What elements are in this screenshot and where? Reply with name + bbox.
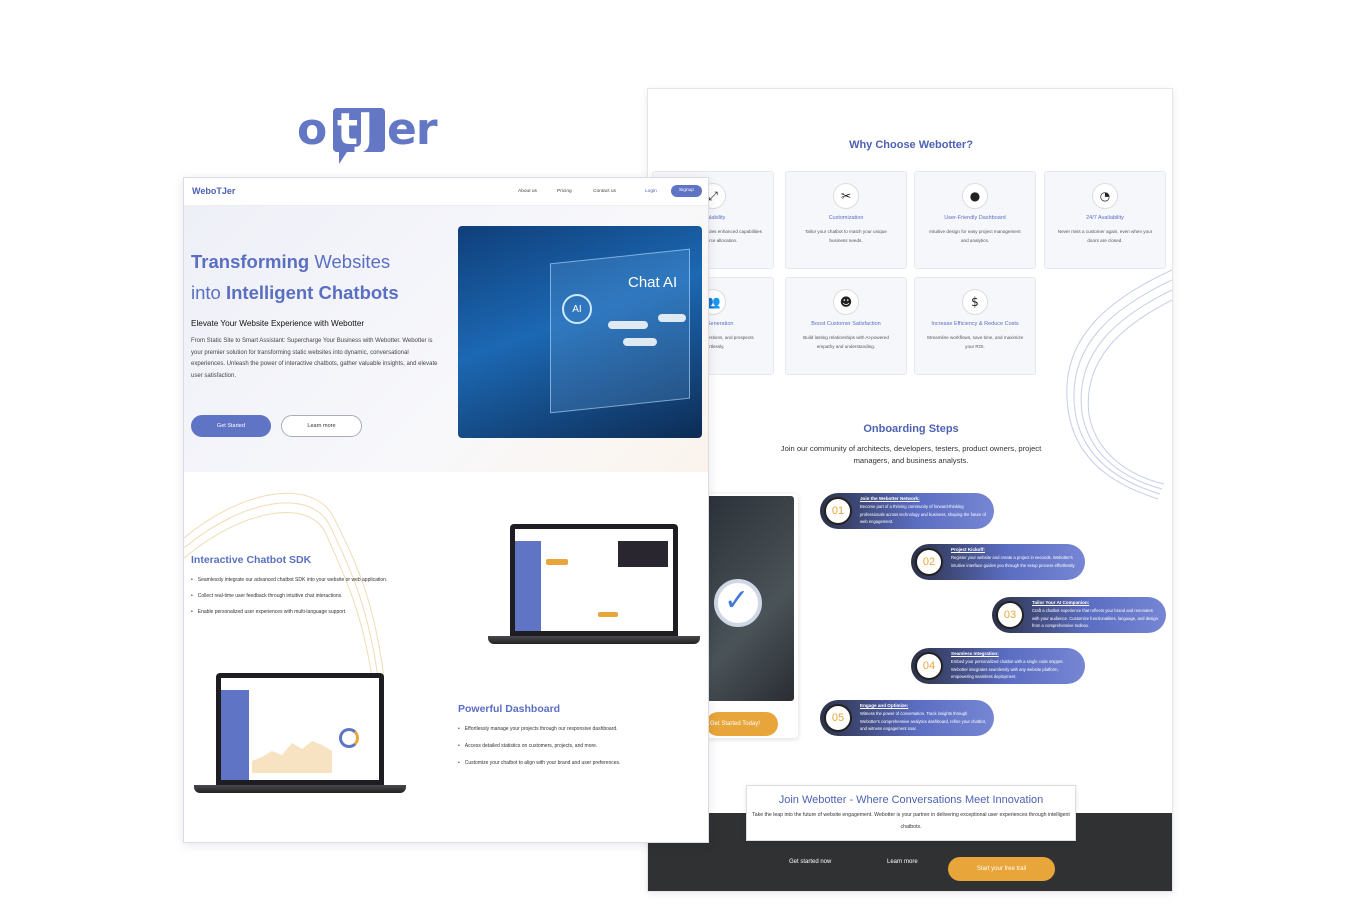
get-started-now-link[interactable]: Get started now xyxy=(789,859,831,865)
chat-bubble xyxy=(658,314,686,322)
feature-card: ☻ Boost Customer Satisfaction Build last… xyxy=(785,277,907,375)
onboarding-step: 04 Seamless Integration: Embed your pers… xyxy=(911,648,1085,684)
laptop-base xyxy=(194,785,406,793)
nav-pricing[interactable]: Pricing xyxy=(557,189,572,194)
tools-icon: ✂ xyxy=(833,183,859,209)
cta-title: Join Webotter - Where Conversations Meet… xyxy=(778,794,1044,806)
onboarding-subtitle: Join our community of architects, develo… xyxy=(780,444,1042,465)
features-page: Why Choose Webotter? ⤢ Scalability Our f… xyxy=(647,88,1173,892)
nav-about[interactable]: About us xyxy=(518,189,537,194)
dashboard-bullet: Effortlessly manage your projects throug… xyxy=(458,726,618,732)
chat-bubble xyxy=(623,338,657,346)
hero-image: Chat AI AI xyxy=(458,226,702,438)
feature-title: Boost Customer Satisfaction xyxy=(811,321,881,327)
get-started-today-button[interactable]: Get Started Today! xyxy=(706,712,778,736)
signup-button[interactable]: Signup xyxy=(671,185,702,197)
feature-desc: Never miss a customer again, even when y… xyxy=(1057,229,1153,243)
step-title: Engage and Optimize: xyxy=(860,703,909,708)
hero-subtitle: Elevate Your Website Experience with Web… xyxy=(191,319,365,328)
showcase-canvas: o tJ er Why Choose Webotter? ⤢ Scalabili… xyxy=(0,0,1366,923)
step-number: 04 xyxy=(915,652,943,680)
dashboard-bullet: Customize your chatbot to align with you… xyxy=(458,760,621,766)
user-check-icon: ● xyxy=(962,183,988,209)
feature-desc: Streamline workflows, save time, and max… xyxy=(926,335,1024,349)
chat-bubble xyxy=(608,321,648,329)
cta-description: Take the leap into the future of website… xyxy=(752,812,1070,830)
sdk-title: Interactive Chatbot SDK xyxy=(191,554,312,566)
feature-card: ✂ Customization Tailor your chatbot to m… xyxy=(785,171,907,269)
sdk-bullet: Collect real-time user feedback through … xyxy=(191,593,343,599)
feature-desc: Intuitive design for easy project manage… xyxy=(929,229,1021,243)
onboarding-image-card: Get Started Today! xyxy=(706,494,798,738)
sdk-bullet: Enable personalized user experiences wit… xyxy=(191,609,347,615)
feature-title: 24/7 Availability xyxy=(1086,215,1124,221)
step-number: 02 xyxy=(915,548,943,576)
features-title: Why Choose Webotter? xyxy=(849,139,973,151)
verified-check-icon xyxy=(714,579,762,627)
dashboard-bullet: Access detailed statistics on customers,… xyxy=(458,743,598,749)
clock-icon: ◔ xyxy=(1092,183,1118,209)
otter-logo: o tJ er xyxy=(297,104,447,164)
get-started-button[interactable]: Get Started xyxy=(191,415,271,437)
feature-card: ● User-Friendly Dashboard Intuitive desi… xyxy=(914,171,1036,269)
step-number: 01 xyxy=(824,497,852,525)
step-title: Project Kickoff: xyxy=(951,547,985,552)
orange-chip xyxy=(598,612,618,617)
step-number: 03 xyxy=(996,601,1024,629)
logo-tj: tJ xyxy=(337,104,373,155)
step-desc: Register your website and create a proje… xyxy=(951,555,1076,568)
dollar-icon: $ xyxy=(962,289,988,315)
video-thumb xyxy=(618,541,668,567)
onboarding-step: 01 Join the Webotter Network: Become par… xyxy=(820,493,994,529)
laptop-base xyxy=(488,636,700,644)
feature-desc: Tailor your chatbot to match your unique… xyxy=(805,229,887,243)
hero-section: Transforming Websites into Intelligent Ch… xyxy=(184,206,708,472)
donut-chart xyxy=(339,728,359,748)
hero-title: Transforming Websites into Intelligent Ch… xyxy=(191,251,399,303)
decorative-wave-lines xyxy=(1066,269,1172,500)
step-title: Seamless Integration: xyxy=(951,651,999,656)
app-sidebar xyxy=(221,690,249,780)
step-number: 05 xyxy=(824,704,852,732)
step-desc: Craft a chatbot experience that reflects… xyxy=(1032,608,1158,628)
onboarding-title: Onboarding Steps xyxy=(863,423,959,435)
feature-desc: Build lasting relationships with AI-powe… xyxy=(803,335,889,349)
step-desc: Witness the power of conversation. Track… xyxy=(860,711,986,731)
logo-er: er xyxy=(387,104,438,155)
app-sidebar xyxy=(515,541,541,631)
step-desc: Become part of a thriving community of f… xyxy=(860,504,986,524)
hero-paragraph: From Static Site to Smart Assistant: Sup… xyxy=(191,338,438,379)
onboarding-step: 02 Project Kickoff: Register your websit… xyxy=(911,544,1085,580)
ai-badge: AI xyxy=(562,294,592,324)
onboarding-step: 05 Engage and Optimize: Witness the powe… xyxy=(820,700,994,736)
feature-title: Increase Efficiency & Reduce Costs xyxy=(931,321,1019,327)
landing-page: WeboTJer About us Pricing Contact us Log… xyxy=(183,177,709,843)
nav-brand[interactable]: WeboTJer xyxy=(192,186,235,196)
top-navbar: WeboTJer About us Pricing Contact us Log… xyxy=(184,178,708,206)
feature-title: User-Friendly Dashboard xyxy=(944,215,1006,221)
free-trial-button[interactable]: Start your free trail xyxy=(948,857,1055,881)
feature-card: $ Increase Efficiency & Reduce Costs Str… xyxy=(914,277,1036,375)
logo-o: o xyxy=(297,104,327,155)
sdk-bullet: Seamlessly integrate our advanced chatbo… xyxy=(191,577,388,583)
cta-box: Join Webotter - Where Conversations Meet… xyxy=(746,785,1076,841)
learn-more-link[interactable]: Learn more xyxy=(887,859,918,865)
step-desc: Embed your personalized chatbot with a s… xyxy=(951,659,1064,679)
dashboard-area-chart xyxy=(252,741,332,773)
step-title: Tailor Your AI Companion: xyxy=(1032,600,1090,605)
step-title: Join the Webotter Network: xyxy=(860,496,920,501)
smile-icon: ☻ xyxy=(833,289,859,315)
feature-title: Customization xyxy=(828,215,864,221)
login-link[interactable]: Login xyxy=(645,189,657,194)
learn-more-button[interactable]: Learn more xyxy=(281,415,362,437)
feature-card: ◔ 24/7 Availability Never miss a custome… xyxy=(1044,171,1166,269)
nav-contact[interactable]: Contact us xyxy=(593,189,616,194)
chat-ai-label: Chat AI xyxy=(628,274,678,291)
dashboard-title: Powerful Dashboard xyxy=(458,703,561,715)
onboarding-step: 03 Tailor Your AI Companion: Craft a cha… xyxy=(992,597,1166,633)
orange-chip xyxy=(546,559,568,565)
